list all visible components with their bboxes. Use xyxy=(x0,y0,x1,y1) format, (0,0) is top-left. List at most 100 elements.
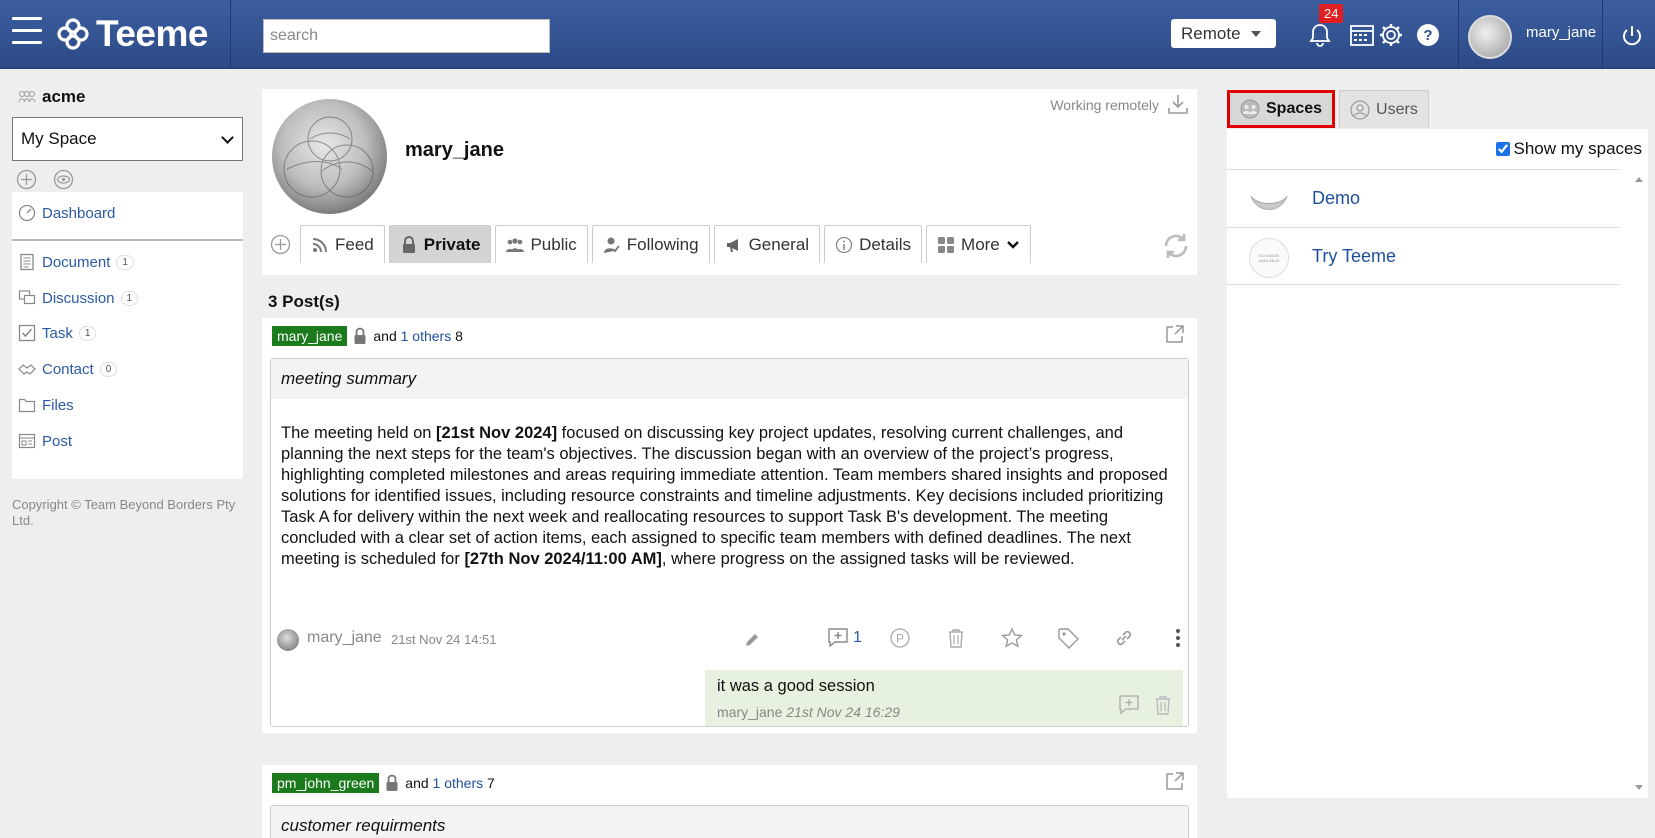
tab-label: Details xyxy=(859,234,912,254)
sidebar-item-files[interactable]: Files xyxy=(18,396,74,414)
work-status-text: Working remotely xyxy=(1050,97,1159,113)
post-others-link[interactable]: 1 others xyxy=(401,328,452,344)
help-icon[interactable]: ? xyxy=(1415,22,1441,48)
comment-meta: mary_jane 21st Nov 24 16:29 xyxy=(717,704,900,720)
add-comment-icon[interactable] xyxy=(827,627,849,649)
contact-icon xyxy=(18,364,36,375)
profile-avatar[interactable] xyxy=(272,99,387,214)
pin-icon[interactable]: P xyxy=(889,627,911,649)
gear-icon[interactable] xyxy=(1378,22,1404,48)
link-icon[interactable] xyxy=(1113,627,1135,649)
space-name[interactable]: Demo xyxy=(1312,188,1360,209)
post-author-tag[interactable]: mary_jane xyxy=(272,326,348,346)
tab-following[interactable]: Following xyxy=(591,225,710,263)
tab-public[interactable]: Public xyxy=(495,225,588,263)
space-name[interactable]: Try Teeme xyxy=(1312,246,1396,267)
post-body-text: , where progress on the assigned tasks w… xyxy=(661,550,1075,568)
profile-card: mary_jane Working remotely Feed Private … xyxy=(262,89,1197,275)
lock-icon xyxy=(354,327,366,344)
space-select-value: My Space xyxy=(21,129,97,148)
comment-item: it was a good session mary_jane 21st Nov… xyxy=(705,670,1183,726)
power-icon[interactable] xyxy=(1620,24,1644,48)
user-avatar[interactable] xyxy=(1468,15,1512,59)
header-divider xyxy=(230,0,231,69)
post-icon xyxy=(18,433,36,449)
right-panel-tabs: Spaces Users xyxy=(1227,90,1433,128)
scroll-down-icon[interactable] xyxy=(1635,785,1643,790)
edit-icon[interactable] xyxy=(743,631,761,649)
lock-icon xyxy=(402,235,415,253)
post-count: 3 Post(s) xyxy=(268,292,340,311)
spaces-panel: Show my spaces Demo NO IMAGE AVAILABLE T… xyxy=(1227,129,1648,798)
post-body: The meeting held on [21st Nov 2024] focu… xyxy=(271,399,1188,570)
reply-comment-icon[interactable] xyxy=(1118,694,1140,716)
comment-count[interactable]: 1 xyxy=(853,629,862,647)
sidebar-item-dashboard[interactable]: Dashboard xyxy=(18,204,115,222)
post-author-avatar xyxy=(277,629,299,651)
top-header: Teeme Remote 24 ? mary_jane xyxy=(0,0,1655,69)
lock-icon xyxy=(386,774,398,791)
post-header: pm_john_green and 1 others 7 xyxy=(272,773,495,793)
tab-label: Public xyxy=(530,234,577,254)
show-my-spaces-toggle[interactable]: Show my spaces xyxy=(1495,139,1642,159)
tab-feed[interactable]: Feed xyxy=(300,225,385,263)
space-select[interactable]: My Space xyxy=(12,117,243,161)
scrollbar[interactable] xyxy=(1630,169,1648,798)
work-status-dropdown[interactable]: Remote xyxy=(1171,19,1276,48)
copyright-text: Copyright © Team Beyond Borders Pty Ltd. xyxy=(12,497,236,528)
tab-private[interactable]: Private xyxy=(388,225,492,263)
sidebar-item-contact[interactable]: Contact 0 xyxy=(18,360,118,378)
megaphone-icon xyxy=(726,238,738,252)
tab-label: General xyxy=(748,234,810,254)
tab-label: More xyxy=(961,234,1000,254)
tag-icon[interactable] xyxy=(1057,627,1079,649)
calendar-icon[interactable] xyxy=(1349,22,1375,48)
sidebar-item-label: Post xyxy=(42,432,73,450)
eye-icon[interactable] xyxy=(53,169,74,190)
list-item[interactable]: NO IMAGE AVAILABLE Try Teeme xyxy=(1227,228,1619,285)
sidebar-item-document[interactable]: Document 1 xyxy=(18,253,134,271)
delete-comment-icon[interactable] xyxy=(1153,694,1173,716)
list-item[interactable]: Demo xyxy=(1227,170,1619,227)
post-footer-author: mary_jane xyxy=(307,629,382,646)
task-icon xyxy=(18,324,36,342)
post-body-date: [27th Nov 2024/11:00 AM] xyxy=(464,550,662,568)
tab-spaces[interactable]: Spaces xyxy=(1227,90,1336,128)
download-icon[interactable] xyxy=(1167,93,1189,115)
sidebar-item-label: Files xyxy=(42,396,74,414)
sidebar-item-post[interactable]: Post xyxy=(18,432,72,450)
add-circle-icon[interactable] xyxy=(270,234,291,255)
expand-icon[interactable] xyxy=(1165,771,1185,791)
post-number: 7 xyxy=(487,775,495,791)
post-body-text: The meeting held on xyxy=(281,424,437,442)
search-input[interactable] xyxy=(263,19,550,53)
tab-general[interactable]: General xyxy=(713,225,821,263)
sidebar-item-discussion[interactable]: Discussion 1 xyxy=(18,289,139,307)
delete-icon[interactable] xyxy=(945,627,967,649)
star-icon[interactable] xyxy=(1001,627,1023,649)
scroll-up-icon[interactable] xyxy=(1635,177,1643,182)
bell-icon[interactable] xyxy=(1307,22,1333,48)
header-divider xyxy=(1602,0,1603,69)
tab-more[interactable]: More xyxy=(926,225,1031,263)
menu-icon[interactable] xyxy=(12,17,42,47)
following-icon xyxy=(603,237,620,253)
sidebar-item-task[interactable]: Task 1 xyxy=(18,324,97,342)
info-icon xyxy=(835,236,853,253)
post-title: meeting summary xyxy=(271,359,1188,399)
tab-details[interactable]: Details xyxy=(824,225,923,263)
show-my-spaces-checkbox[interactable] xyxy=(1495,142,1510,156)
comment-author: mary_jane xyxy=(717,704,783,720)
header-username[interactable]: mary_jane xyxy=(1526,24,1596,41)
add-circle-icon[interactable] xyxy=(16,169,37,190)
tab-users[interactable]: Users xyxy=(1339,90,1429,128)
comment-text: it was a good session xyxy=(717,677,875,695)
sidebar-item-label: Document xyxy=(42,253,111,271)
post-author-tag[interactable]: pm_john_green xyxy=(272,773,380,793)
expand-icon[interactable] xyxy=(1165,324,1185,344)
more-vertical-icon[interactable] xyxy=(1167,627,1189,649)
sidebar-tools xyxy=(16,169,74,190)
refresh-icon[interactable] xyxy=(1161,231,1191,261)
app-logo[interactable]: Teeme xyxy=(56,12,209,56)
post-others-link[interactable]: 1 others xyxy=(433,775,484,791)
